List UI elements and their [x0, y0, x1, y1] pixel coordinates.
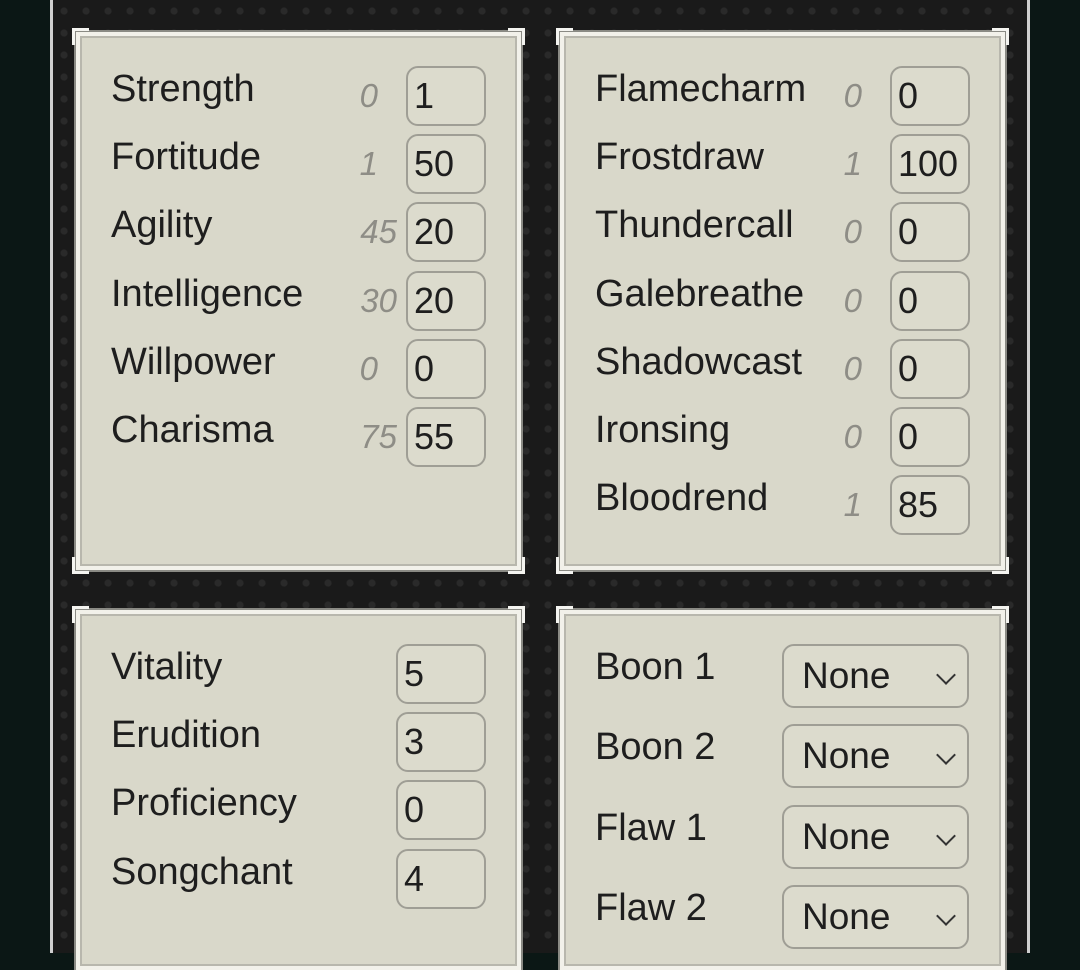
ironsing-input[interactable] — [890, 407, 970, 467]
willpower-input[interactable] — [406, 339, 486, 399]
element-base-value: 0 — [843, 77, 862, 114]
songchant-input[interactable] — [396, 849, 486, 909]
element-label: Shadowcast — [595, 341, 803, 383]
galebreathe-input[interactable] — [890, 271, 970, 331]
element-base-value: 0 — [843, 213, 862, 250]
element-base-value: 0 — [843, 418, 862, 455]
attribute-label: Willpower — [111, 341, 276, 383]
vitality-input[interactable] — [396, 644, 486, 704]
trait-label: Flaw 2 — [595, 887, 707, 929]
attribute-base-value: 0 — [359, 350, 378, 387]
agility-input[interactable] — [406, 202, 486, 262]
bloodrend-input[interactable] — [890, 475, 970, 535]
secondary-label: Erudition — [111, 714, 261, 756]
element-base-value: 1 — [843, 486, 862, 523]
fortitude-input[interactable] — [406, 134, 486, 194]
chevron-down-icon — [936, 665, 956, 685]
charisma-input[interactable] — [406, 407, 486, 467]
chevron-down-icon — [936, 745, 956, 765]
boon-2-select[interactable]: None — [782, 724, 969, 788]
select-value: None — [802, 896, 891, 937]
attribute-base-value: 0 — [359, 77, 378, 114]
attribute-base-value: 30 — [360, 282, 397, 319]
proficiency-input[interactable] — [396, 780, 486, 840]
element-label: Bloodrend — [595, 477, 769, 519]
element-label: Thundercall — [595, 204, 794, 246]
flaw-2-select[interactable]: None — [782, 885, 969, 949]
attribute-label: Strength — [111, 68, 255, 110]
strength-input[interactable] — [406, 66, 486, 126]
frostdraw-input[interactable] — [890, 134, 970, 194]
element-base-value: 1 — [843, 145, 862, 182]
element-label: Galebreathe — [595, 273, 805, 315]
attribute-label: Fortitude — [111, 136, 261, 178]
trait-label: Flaw 1 — [595, 807, 707, 849]
attribute-label: Charisma — [111, 409, 274, 451]
secondary-label: Songchant — [111, 851, 293, 893]
trait-label: Boon 2 — [595, 726, 716, 768]
secondary-label: Vitality — [111, 646, 223, 688]
element-label: Frostdraw — [595, 136, 764, 178]
intelligence-input[interactable] — [406, 271, 486, 331]
erudition-input[interactable] — [396, 712, 486, 772]
shadowcast-input[interactable] — [890, 339, 970, 399]
flamecharm-input[interactable] — [890, 66, 970, 126]
element-label: Ironsing — [595, 409, 731, 451]
attribute-base-value: 1 — [359, 145, 378, 182]
select-value: None — [802, 655, 891, 696]
attribute-label: Intelligence — [111, 273, 304, 315]
chevron-down-icon — [936, 826, 956, 846]
select-value: None — [802, 735, 891, 776]
attribute-base-value: 45 — [360, 213, 397, 250]
flaw-1-select[interactable]: None — [782, 805, 969, 869]
attribute-base-value: 75 — [360, 418, 397, 455]
chevron-down-icon — [936, 906, 956, 926]
element-base-value: 0 — [843, 282, 862, 319]
element-base-value: 0 — [843, 350, 862, 387]
select-value: None — [802, 816, 891, 857]
trait-label: Boon 1 — [595, 646, 716, 688]
attribute-label: Agility — [111, 204, 213, 246]
element-label: Flamecharm — [595, 68, 807, 110]
secondary-label: Proficiency — [111, 782, 297, 824]
thundercall-input[interactable] — [890, 202, 970, 262]
boon-1-select[interactable]: None — [782, 644, 969, 708]
